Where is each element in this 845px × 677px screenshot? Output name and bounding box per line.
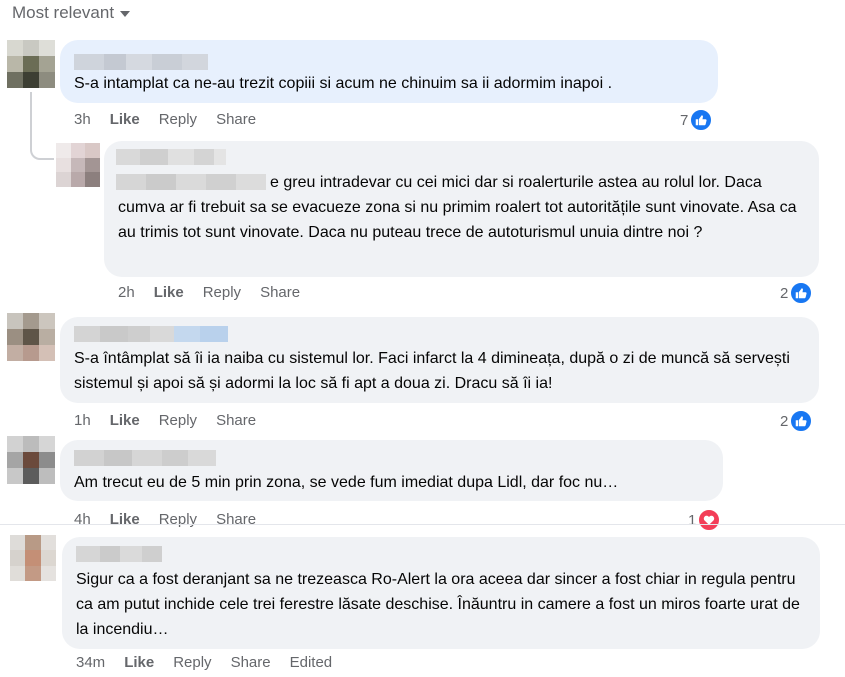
reply-button[interactable]: Reply: [159, 511, 197, 528]
comment-bubble: e greu intradevar cu cei mici dar si roa…: [104, 141, 819, 277]
comment-actions: 2h Like Reply Share: [118, 284, 319, 301]
reply-button[interactable]: Reply: [159, 111, 197, 128]
comment-text: Sigur ca a fost deranjant sa ne trezeasc…: [76, 571, 800, 638]
like-icon: [790, 410, 813, 432]
chevron-down-icon: [120, 11, 131, 17]
like-icon: [790, 282, 813, 304]
love-icon: [698, 509, 721, 531]
share-button[interactable]: Share: [216, 111, 256, 128]
comment-actions: 1h Like Reply Share: [74, 412, 275, 429]
like-button[interactable]: Like: [110, 511, 140, 528]
author-name[interactable]: [74, 450, 216, 466]
comment-actions: 34m Like Reply Share Edited: [76, 654, 351, 671]
author-name[interactable]: [76, 546, 162, 562]
avatar[interactable]: [7, 313, 55, 361]
reaction-count: 7: [680, 111, 689, 129]
edited-label: Edited: [289, 654, 333, 671]
reaction-summary[interactable]: 7: [680, 109, 713, 131]
sort-dropdown[interactable]: Most relevant: [12, 3, 131, 23]
sort-label: Most relevant: [12, 3, 115, 22]
comment-text: S-a intamplat ca ne-au trezit copiii si …: [74, 75, 613, 92]
comment-bubble: S-a întâmplat să îi ia naiba cu sistemul…: [60, 317, 819, 403]
comment-actions: 4h Like Reply Share: [74, 511, 275, 528]
share-button[interactable]: Share: [216, 412, 256, 429]
author-name[interactable]: [74, 326, 228, 342]
comment-text: e greu intradevar cu cei mici dar si roa…: [118, 174, 797, 241]
reaction-count: 1: [688, 511, 697, 529]
like-button[interactable]: Like: [110, 111, 140, 128]
reply-button[interactable]: Reply: [173, 654, 211, 671]
reaction-count: 2: [780, 412, 789, 430]
reply-button[interactable]: Reply: [203, 284, 241, 301]
author-name[interactable]: [116, 149, 226, 165]
comment-time[interactable]: 34m: [76, 654, 105, 671]
comment-time[interactable]: 1h: [74, 412, 91, 429]
comment-bubble: S-a intamplat ca ne-au trezit copiii si …: [60, 40, 718, 103]
comment-text: Am trecut eu de 5 min prin zona, se vede…: [74, 474, 619, 491]
reaction-summary[interactable]: 2: [780, 282, 813, 304]
avatar[interactable]: [56, 143, 100, 187]
like-icon: [690, 109, 713, 131]
comment-actions: 3h Like Reply Share: [74, 111, 275, 128]
like-button[interactable]: Like: [124, 654, 154, 671]
reaction-summary[interactable]: 2: [780, 410, 813, 432]
comment-time[interactable]: 2h: [118, 284, 135, 301]
avatar[interactable]: [10, 535, 56, 581]
share-button[interactable]: Share: [216, 511, 256, 528]
divider: [0, 524, 845, 525]
avatar[interactable]: [7, 436, 55, 484]
reaction-summary[interactable]: 1: [688, 509, 721, 531]
thread-line: [30, 92, 54, 160]
like-button[interactable]: Like: [154, 284, 184, 301]
share-button[interactable]: Share: [231, 654, 271, 671]
comment-bubble: Sigur ca a fost deranjant sa ne trezeasc…: [62, 537, 820, 649]
like-button[interactable]: Like: [110, 412, 140, 429]
comment-time[interactable]: 3h: [74, 111, 91, 128]
comment-text: S-a întâmplat să îi ia naiba cu sistemul…: [74, 350, 790, 392]
reply-button[interactable]: Reply: [159, 412, 197, 429]
comment-time[interactable]: 4h: [74, 511, 91, 528]
comment-bubble: Am trecut eu de 5 min prin zona, se vede…: [60, 440, 723, 501]
reaction-count: 2: [780, 284, 789, 302]
avatar[interactable]: [7, 40, 55, 88]
author-name[interactable]: [74, 54, 208, 70]
share-button[interactable]: Share: [260, 284, 300, 301]
